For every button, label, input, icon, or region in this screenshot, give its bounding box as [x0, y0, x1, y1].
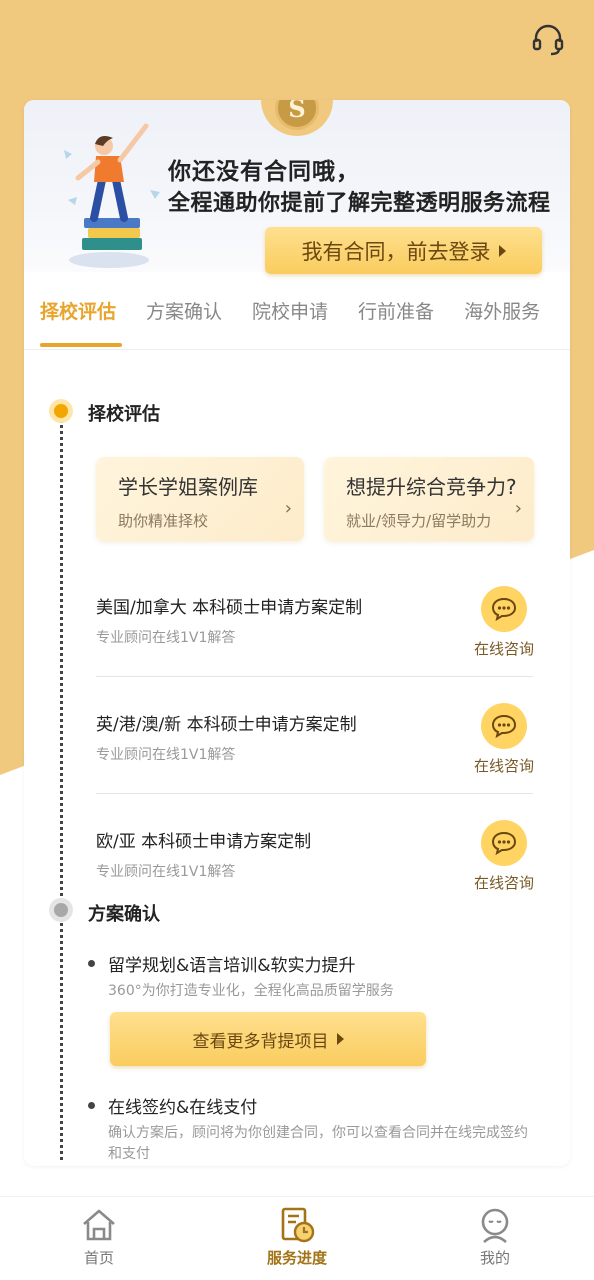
banner-subtitle: 全程通助你提前了解完整透明服务流程	[168, 191, 551, 216]
progress-icon	[281, 1207, 315, 1243]
consult-button-eu-asia[interactable]: 在线咨询	[468, 820, 540, 893]
chat-bubble-icon	[481, 586, 527, 632]
triangle-right-icon	[498, 244, 506, 257]
item-subtitle-uk-hk-au-sg: 专业顾问在线1V1解答	[96, 747, 236, 763]
brand-logo-mark: S	[275, 100, 319, 130]
banner-title: 你还没有合同哦，	[168, 159, 360, 185]
bullet-title-signing: 在线签约&在线支付	[108, 1098, 258, 1118]
competitiveness-subtitle: 就业/领导力/留学助力	[346, 512, 492, 530]
process-tabs: 择校评估 方案确认 院校申请 行前准备 海外服务	[24, 272, 570, 350]
chevron-right-icon: ›	[284, 498, 292, 519]
triangle-right-icon	[336, 1033, 344, 1045]
brand-logo: S	[261, 100, 333, 136]
profile-icon	[481, 1208, 509, 1243]
tab-overseas-service[interactable]: 海外服务	[464, 297, 540, 324]
nav-service-progress[interactable]: 服务进度	[198, 1197, 396, 1280]
item-title-eu-asia: 欧/亚 本科硕士申请方案定制	[96, 832, 312, 852]
consult-button-us-canada[interactable]: 在线咨询	[468, 586, 540, 659]
case-library-card[interactable]: 学长学姐案例库 助你精准择校 ›	[96, 457, 304, 541]
item-title-us-canada: 美国/加拿大 本科硕士申请方案定制	[96, 598, 363, 618]
nav-profile[interactable]: 我的	[396, 1197, 594, 1280]
main-card: S 你还没有合同哦， 全程通助你提前了解完整透明服务流程 我有合同，前去登录 择…	[24, 100, 570, 1166]
item-subtitle-eu-asia: 专业顾问在线1V1解答	[96, 864, 236, 880]
divider	[96, 793, 533, 794]
home-icon	[83, 1209, 115, 1241]
chevron-right-icon: ›	[514, 498, 522, 519]
bullet-subtitle-planning: 360°为你打造专业化，全程化高品质留学服务	[108, 983, 394, 999]
tab-school-selection[interactable]: 择校评估	[40, 297, 116, 324]
case-library-title: 学长学姐案例库	[118, 475, 258, 499]
timeline-dot-inactive	[49, 898, 73, 922]
active-tab-indicator	[40, 343, 122, 347]
section-title-school-selection: 择校评估	[88, 404, 160, 425]
headset-icon[interactable]	[530, 22, 566, 58]
tab-plan-confirmation[interactable]: 方案确认	[146, 297, 222, 324]
nav-home-label: 首页	[83, 1249, 114, 1267]
nav-home[interactable]: 首页	[0, 1197, 198, 1280]
timeline-dot-active	[49, 399, 73, 423]
tab-pre-departure[interactable]: 行前准备	[358, 297, 434, 324]
bullet	[88, 1102, 95, 1109]
consult-label: 在线咨询	[473, 757, 534, 775]
divider	[96, 676, 533, 677]
bottom-navigation: 首页 服务进度 我的	[0, 1196, 594, 1280]
login-button-label: 我有合同，前去登录	[301, 239, 491, 264]
consult-label: 在线咨询	[473, 874, 534, 892]
view-more-projects-button[interactable]: 查看更多背提项目	[110, 1012, 426, 1066]
student-illustration-icon	[64, 123, 160, 268]
item-title-uk-hk-au-sg: 英/港/澳/新 本科硕士申请方案定制	[96, 715, 357, 735]
competitiveness-card[interactable]: 想提升综合竞争力? 就业/领导力/留学助力 ›	[324, 457, 534, 541]
tab-application[interactable]: 院校申请	[252, 297, 328, 324]
section-title-plan-confirmation: 方案确认	[88, 904, 160, 925]
item-subtitle-us-canada: 专业顾问在线1V1解答	[96, 630, 236, 646]
no-contract-banner: S 你还没有合同哦， 全程通助你提前了解完整透明服务流程 我有合同，前去登录	[24, 100, 570, 274]
case-library-subtitle: 助你精准择校	[118, 512, 209, 530]
chat-bubble-icon	[481, 820, 527, 866]
timeline-line	[60, 420, 63, 1160]
login-button[interactable]: 我有合同，前去登录	[265, 227, 542, 274]
bullet-title-planning: 留学规划&语言培训&软实力提升	[108, 956, 356, 976]
bullet-subtitle-signing: 确认方案后，顾问将为你创建合同，你可以查看合同并在线完成签约和支付	[108, 1125, 528, 1162]
consult-button-uk-hk-au-sg[interactable]: 在线咨询	[468, 703, 540, 776]
consult-label: 在线咨询	[473, 640, 534, 658]
competitiveness-title: 想提升综合竞争力?	[346, 475, 517, 499]
nav-profile-label: 我的	[479, 1249, 510, 1267]
view-more-label: 查看更多背提项目	[192, 1031, 329, 1052]
bullet	[88, 960, 95, 967]
nav-service-progress-label: 服务进度	[266, 1249, 327, 1267]
chat-bubble-icon	[481, 703, 527, 749]
